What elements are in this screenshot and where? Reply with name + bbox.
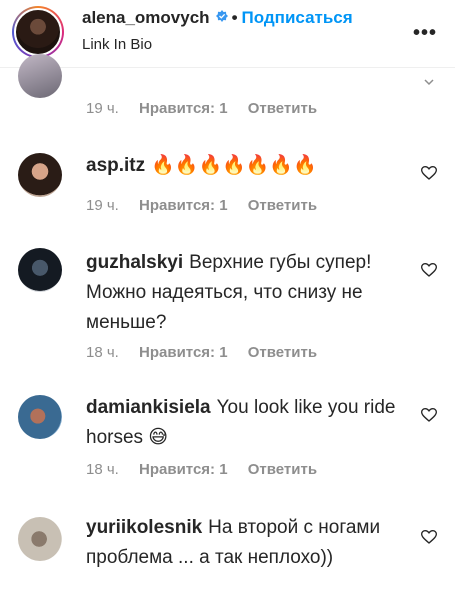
commenter-avatar[interactable] — [18, 248, 62, 292]
comment-item: guzhalskyi Верхние губы супер! Можно наде… — [0, 238, 455, 370]
heart-icon[interactable] — [421, 529, 437, 545]
comment-text-block: asp.itz 🔥🔥🔥🔥🔥🔥🔥 — [86, 151, 406, 181]
author-username[interactable]: alena_omovych — [82, 8, 210, 27]
commenter-username[interactable]: guzhalskyi — [86, 252, 183, 273]
comment-item: damiankisiela You look like you ride hors… — [0, 385, 455, 495]
comment-text-block: guzhalskyi Верхние губы супер! Можно наде… — [86, 248, 406, 338]
comment-time[interactable]: 19 ч. — [86, 100, 119, 117]
comment-text-block: damiankisiela You look like you ride hors… — [86, 393, 406, 453]
reply-button[interactable]: Ответить — [248, 100, 317, 117]
more-icon[interactable]: ••• — [413, 22, 437, 45]
author-line: alena_omovych • Подписаться — [82, 8, 353, 28]
comment-item: yuriikolesnik На второй с ногами проблема… — [0, 505, 455, 600]
commenter-avatar[interactable] — [18, 153, 62, 197]
commenter-username[interactable]: yuriikolesnik — [86, 517, 202, 538]
comment-item: asp.itz 🔥🔥🔥🔥🔥🔥🔥 19 ч. Нравится: 1 Ответит… — [0, 145, 455, 225]
reply-button[interactable]: Ответить — [248, 197, 317, 214]
comment-likes[interactable]: Нравится: 1 — [139, 197, 228, 214]
comment-time[interactable]: 18 ч. — [86, 344, 119, 361]
verified-badge-icon — [215, 10, 228, 24]
comment-time[interactable]: 19 ч. — [86, 197, 119, 214]
author-avatar[interactable] — [12, 6, 64, 58]
comment-meta: 18 ч. Нравится: 1 Ответить — [86, 344, 333, 361]
link-in-bio[interactable]: Link In Bio — [82, 36, 152, 53]
post-header: alena_omovych • Подписаться Link In Bio •… — [0, 0, 455, 68]
comment-item: 19 ч. Нравится: 1 Ответить — [0, 54, 455, 130]
commenter-avatar[interactable] — [18, 395, 62, 439]
separator-dot: • — [231, 8, 238, 27]
commenter-username[interactable]: asp.itz — [86, 155, 145, 176]
commenter-avatar[interactable] — [18, 517, 62, 561]
reply-button[interactable]: Ответить — [248, 344, 317, 361]
comment-time[interactable]: 18 ч. — [86, 461, 119, 478]
reply-button[interactable]: Ответить — [248, 461, 317, 478]
comment-meta: 19 ч. Нравится: 1 Ответить — [86, 100, 333, 117]
commenter-avatar[interactable] — [18, 54, 62, 98]
heart-icon[interactable] — [421, 407, 437, 423]
comment-likes[interactable]: Нравится: 1 — [139, 461, 228, 478]
heart-icon[interactable] — [421, 262, 437, 278]
commenter-username[interactable]: damiankisiela — [86, 397, 211, 418]
follow-button[interactable]: Подписаться — [242, 8, 353, 27]
comment-meta: 19 ч. Нравится: 1 Ответить — [86, 197, 333, 214]
comment-likes[interactable]: Нравится: 1 — [139, 100, 228, 117]
comment-text-block: yuriikolesnik На второй с ногами проблема… — [86, 513, 406, 573]
heart-icon[interactable] — [421, 165, 437, 181]
comment-likes[interactable]: Нравится: 1 — [139, 344, 228, 361]
comment-body: 🔥🔥🔥🔥🔥🔥🔥 — [151, 155, 317, 176]
comment-meta: 18 ч. Нравится: 1 Ответить — [86, 461, 333, 478]
